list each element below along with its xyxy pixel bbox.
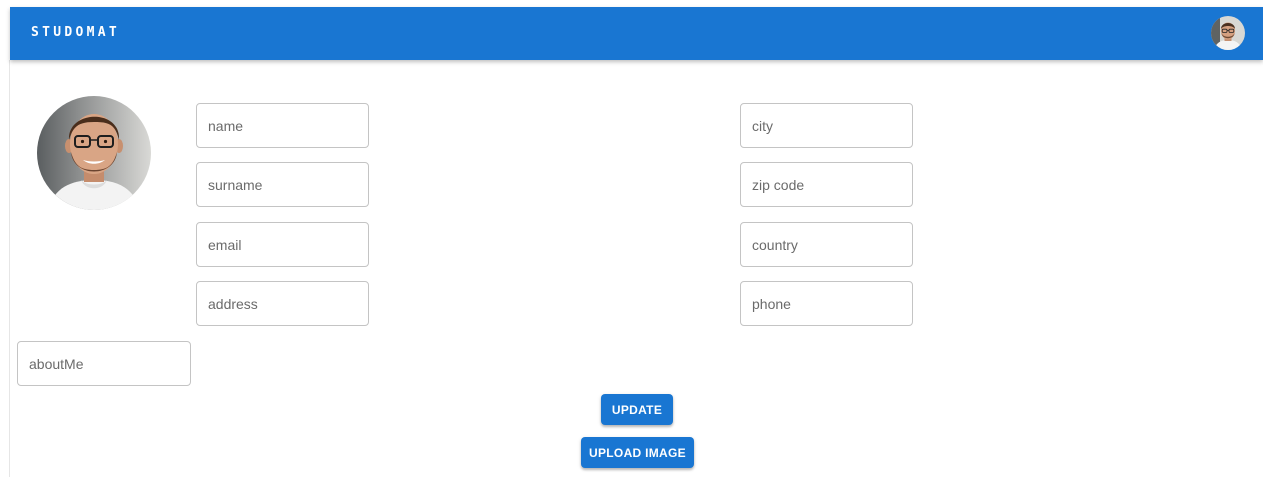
page-divider <box>9 60 10 477</box>
surname-input[interactable] <box>197 163 368 206</box>
phone-input[interactable] <box>741 282 912 325</box>
address-field[interactable] <box>196 281 369 326</box>
zip-code-field[interactable] <box>740 162 913 207</box>
address-input[interactable] <box>197 282 368 325</box>
surname-field[interactable] <box>196 162 369 207</box>
zip-code-input[interactable] <box>741 163 912 206</box>
name-input[interactable] <box>197 104 368 147</box>
city-input[interactable] <box>741 104 912 147</box>
update-button[interactable]: UPDATE <box>601 394 673 425</box>
email-field[interactable] <box>196 222 369 267</box>
user-avatar-icon[interactable] <box>1211 16 1245 50</box>
about-me-input[interactable] <box>18 342 190 385</box>
phone-field[interactable] <box>740 281 913 326</box>
email-input[interactable] <box>197 223 368 266</box>
city-field[interactable] <box>740 103 913 148</box>
about-me-field[interactable] <box>17 341 191 386</box>
profile-page: STUDOMAT name surname email address city… <box>0 0 1263 477</box>
app-title: STUDOMAT <box>31 25 121 40</box>
name-field[interactable] <box>196 103 369 148</box>
country-field[interactable] <box>740 222 913 267</box>
app-bar: STUDOMAT <box>10 7 1263 60</box>
profile-photo <box>37 96 151 210</box>
upload-image-button[interactable]: UPLOAD IMAGE <box>581 437 694 468</box>
country-input[interactable] <box>741 223 912 266</box>
